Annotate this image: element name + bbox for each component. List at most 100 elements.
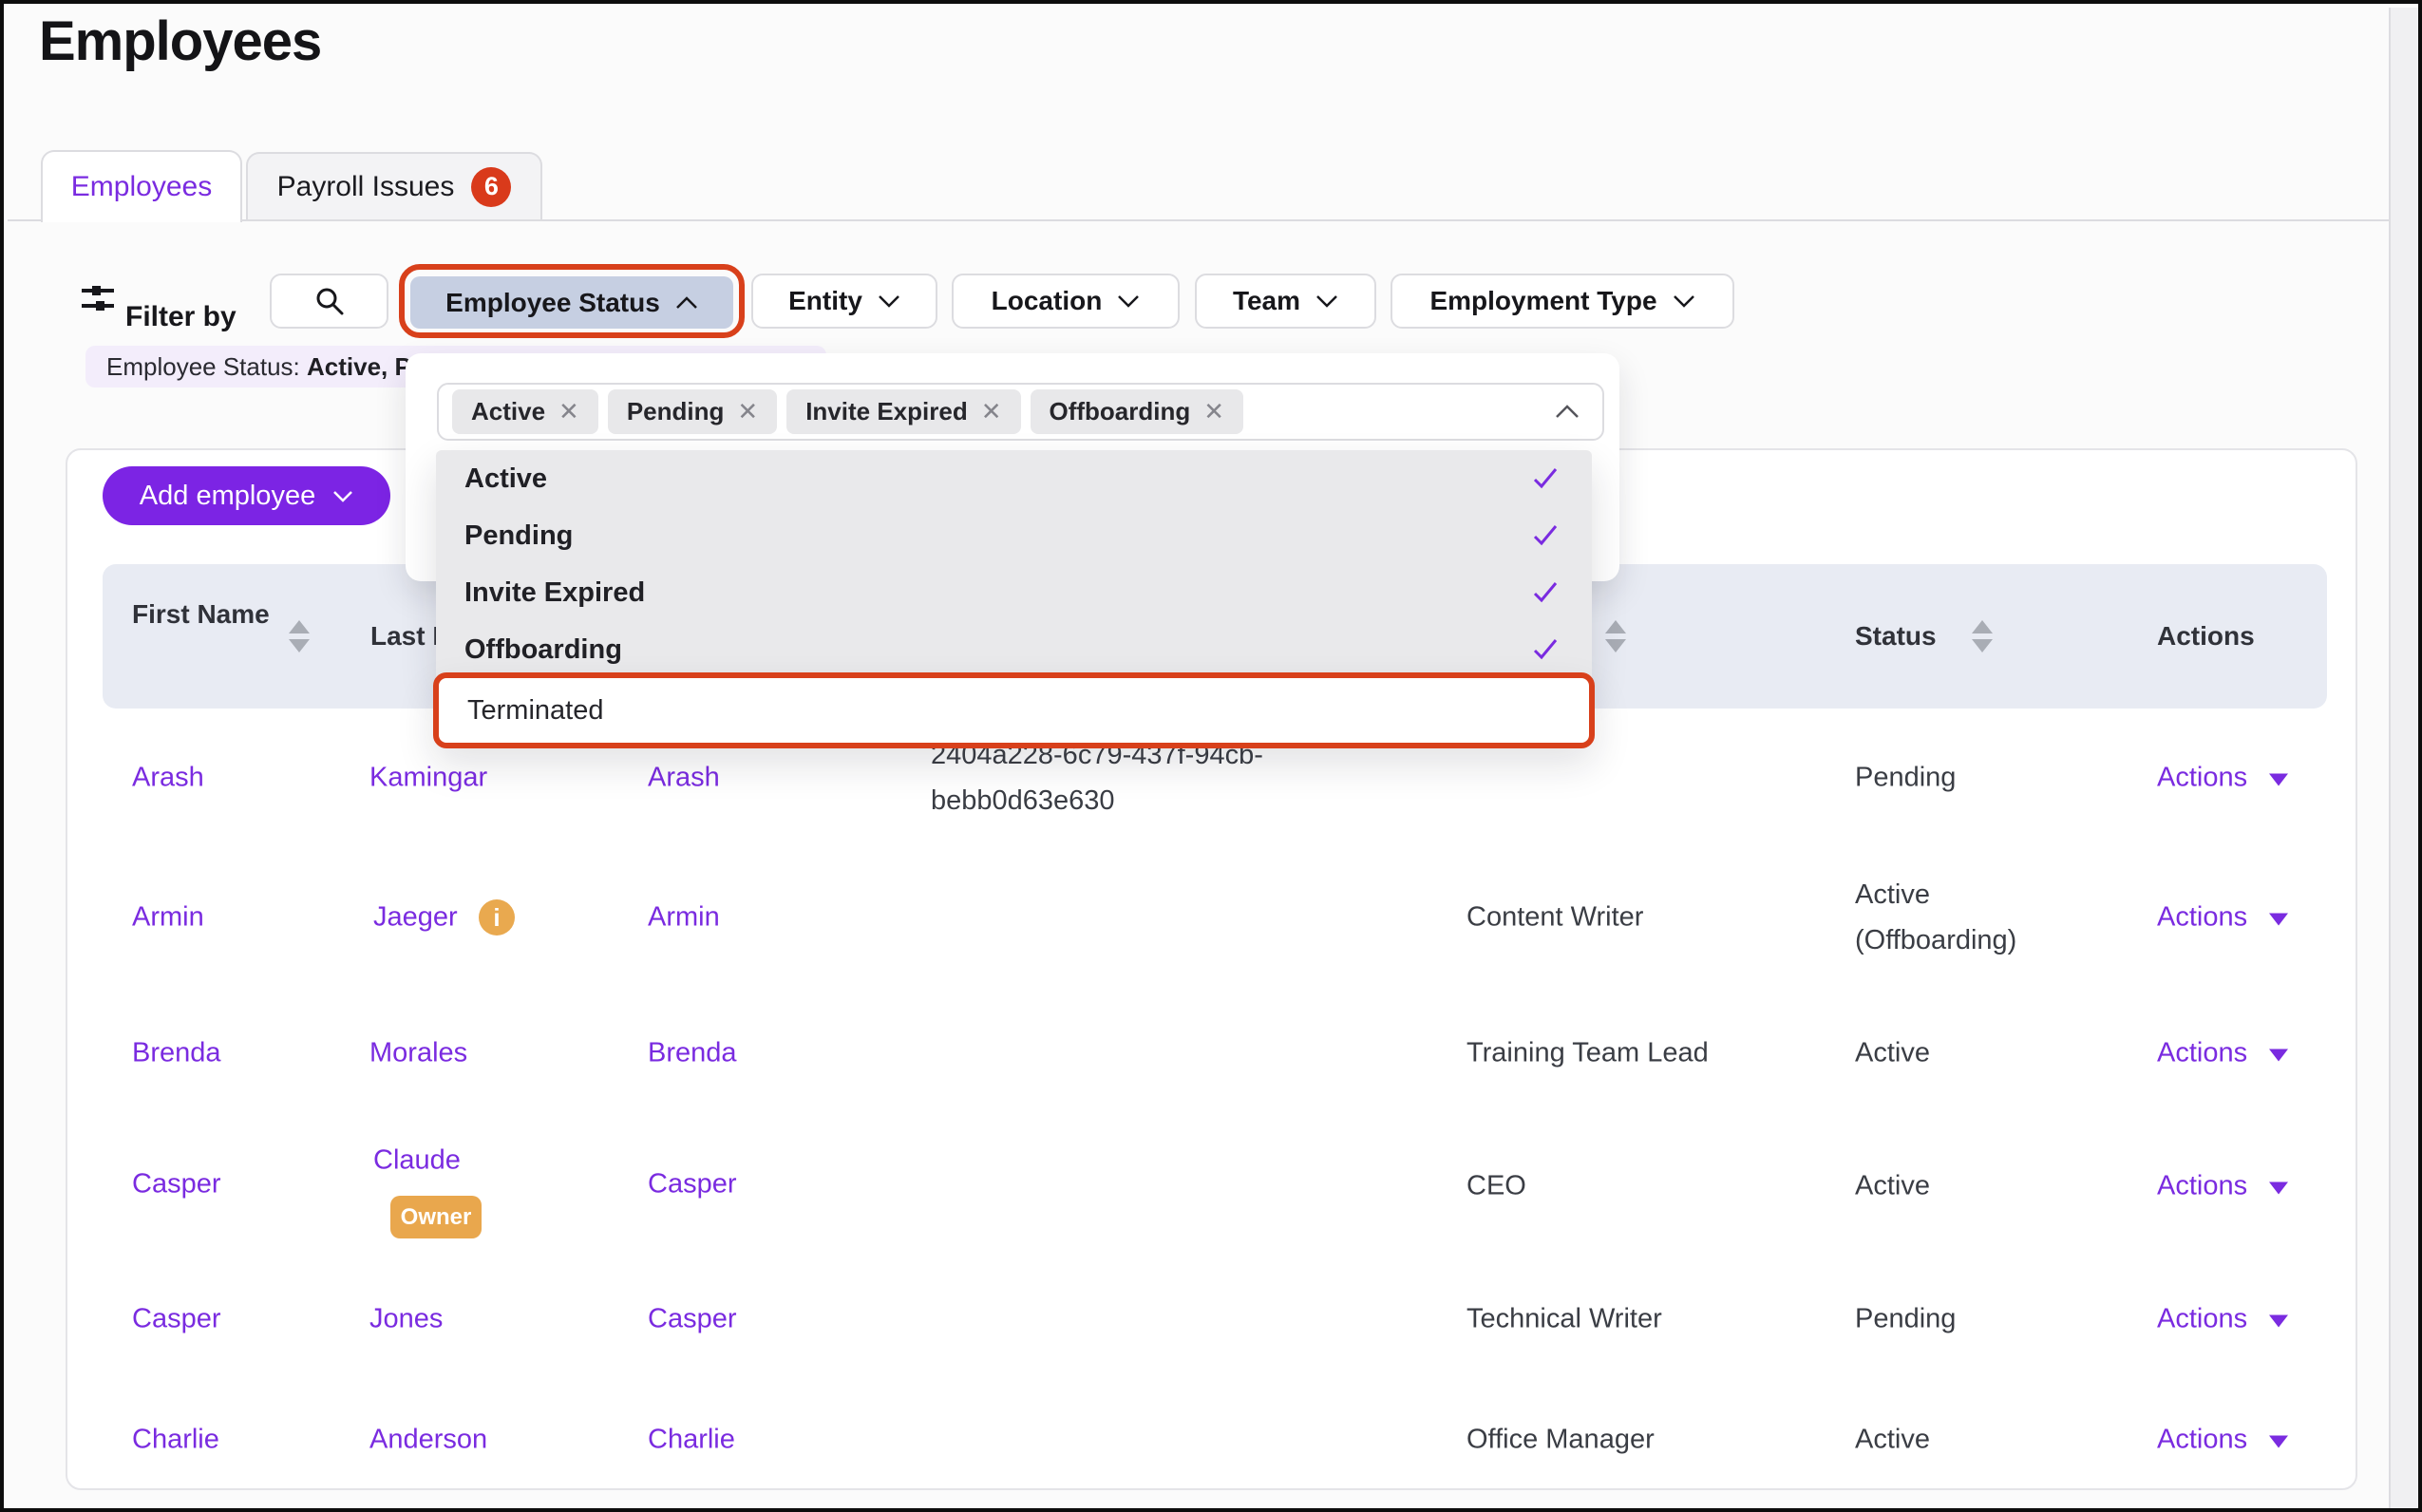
actions-dropdown-icon[interactable]	[2269, 1182, 2288, 1195]
column-header-first-name[interactable]: First Name	[132, 593, 274, 635]
preferred-name-link[interactable]: Casper	[648, 1304, 737, 1335]
search-icon	[315, 287, 344, 315]
employee-id-line2: bebb0d63e630	[931, 778, 1263, 823]
option-label: Pending	[464, 520, 573, 552]
option-pending[interactable]: Pending	[436, 507, 1592, 564]
check-icon	[1531, 636, 1560, 663]
column-header-status[interactable]: Status	[1855, 621, 1937, 652]
job-title: CEO	[1466, 1171, 1526, 1202]
owner-badge: Owner	[390, 1196, 482, 1238]
status-value: Pending	[1855, 763, 1956, 794]
option-label: Offboarding	[464, 634, 622, 666]
status-value: Active	[1855, 1425, 1930, 1456]
row-actions-link[interactable]: Actions	[2157, 902, 2247, 934]
tab-employees[interactable]: Employees	[41, 150, 242, 222]
tag-label: Active	[471, 397, 545, 426]
first-name-link[interactable]: Casper	[132, 1304, 221, 1335]
job-title: Content Writer	[1466, 902, 1643, 934]
check-icon	[1531, 579, 1560, 606]
entity-filter-button[interactable]: Entity	[751, 274, 937, 329]
last-name-link[interactable]: Kamingar	[369, 763, 487, 794]
info-icon[interactable]: i	[479, 899, 515, 936]
actions-dropdown-icon[interactable]	[2269, 1049, 2288, 1062]
actions-dropdown-icon[interactable]	[2269, 774, 2288, 786]
last-name-link[interactable]: Jaeger	[373, 902, 458, 934]
sort-icon[interactable]	[1605, 620, 1626, 652]
actions-dropdown-icon[interactable]	[2269, 1315, 2288, 1328]
actions-dropdown-icon[interactable]	[2269, 1436, 2288, 1448]
status-tag-input[interactable]: Active ✕ Pending ✕ Invite Expired ✕ Offb…	[437, 383, 1604, 441]
filter-chip-value: Active, P	[307, 352, 411, 382]
last-name-link[interactable]: Morales	[369, 1038, 467, 1069]
first-name-link[interactable]: Charlie	[132, 1425, 219, 1456]
annotation-highlight-employee-status	[399, 264, 745, 338]
row-actions-link[interactable]: Actions	[2157, 1304, 2247, 1335]
option-active[interactable]: Active	[436, 450, 1592, 507]
option-label: Invite Expired	[464, 577, 645, 609]
job-title: Office Manager	[1466, 1425, 1655, 1456]
tab-divider	[8, 219, 2389, 221]
tag-label: Invite Expired	[805, 397, 968, 426]
remove-tag-icon[interactable]: ✕	[1203, 397, 1224, 426]
remove-tag-icon[interactable]: ✕	[981, 397, 1002, 426]
selected-tag-pending: Pending ✕	[608, 389, 777, 434]
preferred-name-link[interactable]: Armin	[648, 902, 720, 934]
search-button[interactable]	[270, 274, 388, 329]
selected-tag-offboarding: Offboarding ✕	[1031, 389, 1244, 434]
first-name-link[interactable]: Casper	[132, 1169, 221, 1200]
actions-dropdown-icon[interactable]	[2269, 914, 2288, 926]
chevron-up-icon[interactable]	[1555, 405, 1580, 419]
entity-filter-label: Entity	[788, 286, 862, 316]
preferred-name-link[interactable]: Brenda	[648, 1038, 737, 1069]
tag-label: Offboarding	[1050, 397, 1191, 426]
column-header-actions: Actions	[2157, 621, 2255, 652]
row-actions-link[interactable]: Actions	[2157, 1425, 2247, 1456]
location-filter-button[interactable]: Location	[952, 274, 1180, 329]
status-value: Active (Offboarding)	[1855, 872, 2016, 963]
row-actions-link[interactable]: Actions	[2157, 1038, 2247, 1069]
chevron-down-icon	[1117, 294, 1140, 308]
tab-payroll-issues[interactable]: Payroll Issues 6	[246, 152, 542, 219]
first-name-link[interactable]: Armin	[132, 902, 204, 934]
preferred-name-link[interactable]: Charlie	[648, 1425, 735, 1456]
chevron-down-icon	[332, 490, 353, 502]
tag-label: Pending	[627, 397, 725, 426]
status-value: Active	[1855, 1038, 1930, 1069]
status-value: Active	[1855, 1171, 1930, 1202]
remove-tag-icon[interactable]: ✕	[737, 397, 758, 426]
page-title: Employees	[39, 9, 321, 73]
option-terminated-highlighted[interactable]: Terminated	[433, 672, 1595, 748]
sort-icon[interactable]	[1972, 620, 1993, 652]
location-filter-label: Location	[992, 286, 1103, 316]
job-title: Technical Writer	[1466, 1304, 1662, 1335]
filter-sliders-icon	[80, 281, 116, 315]
tab-employees-label: Employees	[71, 171, 212, 203]
remove-tag-icon[interactable]: ✕	[558, 397, 579, 426]
last-name-link[interactable]: Claude	[373, 1145, 461, 1177]
chevron-down-icon	[878, 294, 900, 308]
job-title: Training Team Lead	[1466, 1038, 1709, 1069]
option-invite-expired[interactable]: Invite Expired	[436, 564, 1592, 621]
chevron-down-icon	[1673, 294, 1695, 308]
option-offboarding[interactable]: Offboarding	[436, 621, 1592, 678]
preferred-name-link[interactable]: Casper	[648, 1169, 737, 1200]
last-name-link[interactable]: Jones	[369, 1304, 443, 1335]
status-line1: Active	[1855, 872, 2016, 917]
selected-tag-invite-expired: Invite Expired ✕	[786, 389, 1020, 434]
status-line2: (Offboarding)	[1855, 917, 2016, 963]
first-name-link[interactable]: Brenda	[132, 1038, 221, 1069]
chevron-down-icon	[1315, 294, 1338, 308]
option-label: Active	[464, 463, 547, 495]
option-label: Terminated	[467, 695, 603, 727]
add-employee-button[interactable]: Add employee	[103, 466, 390, 525]
row-actions-link[interactable]: Actions	[2157, 763, 2247, 794]
first-name-link[interactable]: Arash	[132, 763, 204, 794]
team-filter-button[interactable]: Team	[1195, 274, 1376, 329]
check-icon	[1531, 522, 1560, 549]
last-name-link[interactable]: Anderson	[369, 1425, 487, 1456]
preferred-name-link[interactable]: Arash	[648, 763, 720, 794]
sort-icon[interactable]	[289, 620, 310, 652]
row-actions-link[interactable]: Actions	[2157, 1171, 2247, 1202]
filter-by-label: Filter by	[125, 301, 237, 333]
employment-type-filter-button[interactable]: Employment Type	[1391, 274, 1734, 329]
